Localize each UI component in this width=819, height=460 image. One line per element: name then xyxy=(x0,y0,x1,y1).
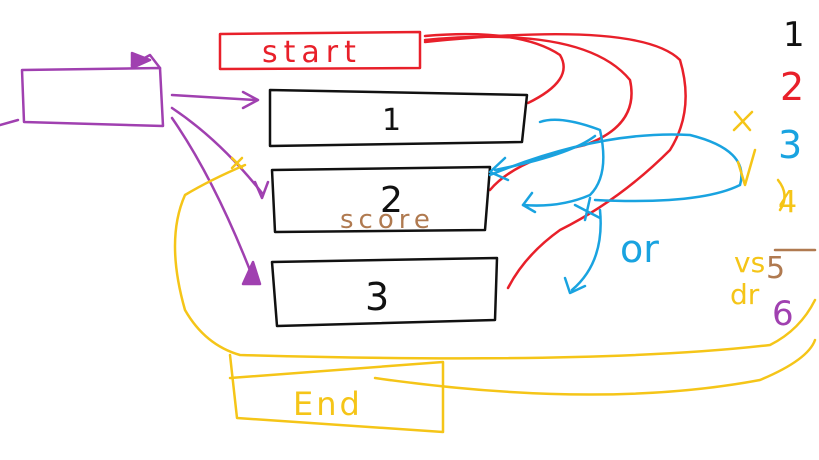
blue-or-note: or xyxy=(620,227,659,271)
red-layer xyxy=(218,30,687,290)
end-label: End xyxy=(293,385,363,423)
box1-label: 1 xyxy=(382,103,401,138)
yellow-tick-left xyxy=(230,156,244,170)
color-legend: 1 2 3 4 5 6 xyxy=(766,15,805,334)
yellow-vs-note: vs xyxy=(734,246,765,279)
diagram-svg: start 1 2 score 3 End or vs dr 1 2 3 4 5… xyxy=(0,15,817,434)
box2-arrowhead xyxy=(253,180,270,200)
blue-arrowhead-left xyxy=(521,191,537,214)
blue-loop-small xyxy=(521,118,605,207)
blue-loop-large xyxy=(488,133,743,203)
legend-item: 6 xyxy=(772,294,794,334)
left-source-box xyxy=(20,66,165,128)
legend-item: 3 xyxy=(778,123,802,167)
yellow-layer xyxy=(173,110,817,434)
yellow-x-mark xyxy=(732,110,754,132)
start-label: start xyxy=(262,35,362,70)
box2-score-note: score xyxy=(340,205,435,235)
legend-item: 1 xyxy=(783,15,805,55)
source-to-box1-arrow xyxy=(170,93,257,102)
purple-layer xyxy=(0,51,270,286)
legend-item: 5 xyxy=(766,251,785,286)
sketch-canvas: start 1 2 score 3 End or vs dr 1 2 3 4 5… xyxy=(0,0,819,460)
blue-layer xyxy=(488,118,743,295)
yellow-dr-note: dr xyxy=(730,278,760,311)
legend-item: 2 xyxy=(780,65,804,109)
legend-item: 4 xyxy=(778,185,797,220)
box3-label: 3 xyxy=(365,275,389,319)
text-layer: start 1 2 score 3 End or vs dr 1 2 3 4 5… xyxy=(262,15,805,423)
source-to-box2-arrow xyxy=(170,106,264,195)
box3-arrowhead xyxy=(241,260,262,286)
